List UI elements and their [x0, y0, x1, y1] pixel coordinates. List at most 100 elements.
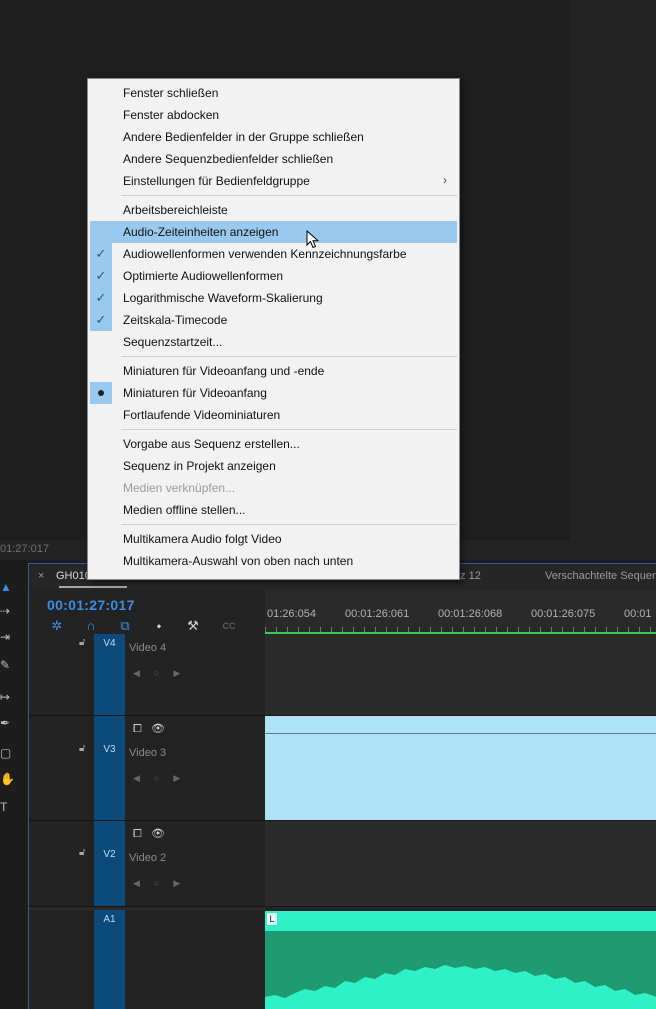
menu-item-sequence-start-time[interactable]: Sequenzstartzeit...	[90, 331, 457, 353]
menu-item-reveal-in-project[interactable]: Sequenz in Projekt anzeigen	[90, 455, 457, 477]
menu-item-thumbnails-head-tail[interactable]: Miniaturen für Videoanfang und -ende	[90, 360, 457, 382]
track-content[interactable]: L	[265, 907, 656, 1009]
tools-panel: ▲ ⇢ ⇥ ✎ ↦ ✒ ▢ ✋ T	[0, 578, 16, 828]
keyframe-nav-icon[interactable]: ◀○▶	[133, 773, 194, 784]
menu-item-label: Fenster schließen	[123, 86, 219, 100]
video-clip[interactable]	[265, 716, 656, 820]
track-target-v3[interactable]: V3	[94, 716, 125, 820]
track-name: Video 4	[129, 642, 167, 654]
menu-item-label: Medien offline stellen...	[123, 503, 246, 517]
track-select-tool-icon[interactable]: ⇢	[0, 602, 14, 620]
menu-item-continuous-thumbnails[interactable]: Fortlaufende Videominiaturen	[90, 404, 457, 426]
wrench-settings-icon[interactable]: ⚒	[185, 618, 201, 634]
snap-magnet-icon[interactable]: ∩	[83, 618, 99, 634]
menu-item-make-offline[interactable]: Medien offline stellen...	[90, 499, 457, 521]
lock-icon[interactable]: 🔓︎	[79, 743, 85, 754]
track-content[interactable]	[265, 821, 656, 907]
ruler-label: 00:01:26:068	[438, 608, 503, 620]
menu-item-label: Fenster abdocken	[123, 108, 220, 122]
menu-item-close-other-panels[interactable]: Andere Bedienfelder in der Gruppe schlie…	[90, 126, 457, 148]
track-name: Video 3	[129, 747, 167, 759]
rectangle-tool-icon[interactable]: ▢	[0, 744, 14, 762]
track-header: 🔓︎ V2 ⧠ 👁︎ Video 2 ◀○▶	[29, 821, 265, 907]
track-target-v2[interactable]: V2	[94, 821, 125, 906]
track-content[interactable]	[265, 634, 656, 716]
menu-item-workspace-bar[interactable]: Arbeitsbereichleiste	[90, 199, 457, 221]
sequence-timecode[interactable]: 00:01:27:017	[47, 597, 135, 613]
track-id: V4	[103, 638, 116, 649]
menu-item-label: Optimierte Audiowellenformen	[123, 269, 284, 283]
track-header: 🔓︎ V4 Video 4 ◀○▶	[29, 634, 265, 716]
track-target-a1[interactable]: A1	[94, 910, 125, 1009]
menu-item-create-preset[interactable]: Vorgabe aus Sequenz erstellen...	[90, 433, 457, 455]
tab-active-underline	[59, 586, 127, 588]
track-header: A1	[29, 907, 265, 1009]
ripple-edit-tool-icon[interactable]: ⇥	[0, 628, 14, 646]
audio-clip[interactable]: L	[265, 911, 656, 1009]
menu-item-label: Multikamera Audio folgt Video	[123, 532, 282, 546]
menu-item-undock-window[interactable]: Fenster abdocken	[90, 104, 457, 126]
linked-selection-icon[interactable]: ⧉	[117, 618, 133, 634]
menu-item-label: Miniaturen für Videoanfang und -ende	[123, 364, 325, 378]
keyframe-nav-icon[interactable]: ◀○▶	[133, 668, 194, 679]
menu-item-label: Zeitskala-Timecode	[123, 313, 228, 327]
track-id: A1	[103, 914, 116, 925]
menu-separator	[121, 195, 457, 196]
track-output-icons[interactable]: ⧠ 👁︎	[133, 827, 165, 841]
menu-item-label: Sequenz in Projekt anzeigen	[123, 459, 276, 473]
menu-item-label: Audiowellenformen verwenden Kennzeichnun…	[123, 247, 407, 261]
type-tool-icon[interactable]: T	[0, 798, 14, 816]
time-ruler[interactable]: 01:26:054 00:01:26:061 00:01:26:068 00:0…	[265, 590, 656, 634]
panel-context-menu: Fenster schließen Fenster abdocken Ander…	[87, 78, 460, 580]
tab-nested-sequence[interactable]: Verschachtelte Sequen	[545, 570, 656, 582]
menu-item-waveform-label-color[interactable]: ✓ Audiowellenformen verwenden Kennzeichnu…	[90, 243, 457, 265]
menu-item-multicam-selection-top-down[interactable]: Multikamera-Auswahl von oben nach unten	[90, 550, 457, 572]
menu-item-log-waveform-scaling[interactable]: ✓ Logarithmische Waveform-Skalierung	[90, 287, 457, 309]
track-target-v4[interactable]: V4	[94, 634, 125, 715]
menu-item-timescale-timecode[interactable]: ✓ Zeitskala-Timecode	[90, 309, 457, 331]
checkmark-icon: ✓	[90, 265, 112, 287]
menu-item-thumbnails-head[interactable]: Miniaturen für Videoanfang	[90, 382, 457, 404]
menu-item-label: Logarithmische Waveform-Skalierung	[123, 291, 323, 305]
menu-item-label: Multikamera-Auswahl von oben nach unten	[123, 554, 354, 568]
timeline-toolbar: ✲ ∩ ⧉ ⬩ ⚒ CC	[47, 618, 267, 634]
tab-active-sequence[interactable]: GH010	[56, 570, 91, 582]
menu-separator	[121, 429, 457, 430]
timeline-panel: × GH010 nz 12 Verschachtelte Sequen 00:0…	[28, 563, 656, 1009]
menu-item-label: Miniaturen für Videoanfang	[123, 386, 267, 400]
slip-tool-icon[interactable]: ↦	[0, 688, 14, 706]
nest-toggle-icon[interactable]: ✲	[49, 618, 65, 634]
audio-clip-header	[265, 911, 656, 931]
selection-tool-icon[interactable]: ▲	[0, 578, 14, 596]
menu-separator	[121, 356, 457, 357]
menu-item-panel-group-settings[interactable]: Einstellungen für Bedienfeldgruppe ›	[90, 170, 457, 192]
audio-channel-label: L	[267, 913, 277, 925]
menu-item-label: Audio-Zeiteinheiten anzeigen	[123, 225, 279, 239]
hand-tool-icon[interactable]: ✋	[0, 770, 15, 788]
track-output-icons[interactable]: ⧠ 👁︎	[133, 722, 165, 736]
ruler-label: 00:01	[624, 608, 652, 620]
track-a1: A1 L	[29, 907, 656, 1009]
tab-close-icon[interactable]: ×	[38, 570, 44, 582]
menu-item-show-audio-time-units[interactable]: Audio-Zeiteinheiten anzeigen	[90, 221, 457, 243]
track-content[interactable]	[265, 716, 656, 821]
ruler-label: 00:01:26:075	[531, 608, 596, 620]
menu-item-link-media: Medien verknüpfen...	[90, 477, 457, 499]
menu-item-label: Medien verknüpfen...	[123, 481, 236, 495]
add-marker-icon[interactable]: ⬩	[151, 618, 167, 634]
menu-item-close-window[interactable]: Fenster schließen	[90, 82, 457, 104]
menu-item-label: Sequenzstartzeit...	[123, 335, 223, 349]
radio-bullet-icon	[90, 382, 112, 404]
pen-tool-icon[interactable]: ✒	[0, 714, 14, 732]
keyframe-nav-icon[interactable]: ◀○▶	[133, 878, 194, 889]
submenu-arrow-icon: ›	[443, 173, 447, 187]
menu-item-optimized-waveforms[interactable]: ✓ Optimierte Audiowellenformen	[90, 265, 457, 287]
opacity-line[interactable]	[265, 733, 656, 734]
menu-item-multicam-audio-follows-video[interactable]: Multikamera Audio folgt Video	[90, 528, 457, 550]
razor-tool-icon[interactable]: ✎	[0, 656, 14, 674]
menu-item-close-other-sequences[interactable]: Andere Sequenzbedienfelder schließen	[90, 148, 457, 170]
checkmark-icon: ✓	[90, 287, 112, 309]
lock-icon[interactable]: 🔓︎	[79, 637, 85, 648]
lock-icon[interactable]: 🔓︎	[79, 847, 85, 858]
captions-icon[interactable]: CC	[219, 618, 239, 634]
